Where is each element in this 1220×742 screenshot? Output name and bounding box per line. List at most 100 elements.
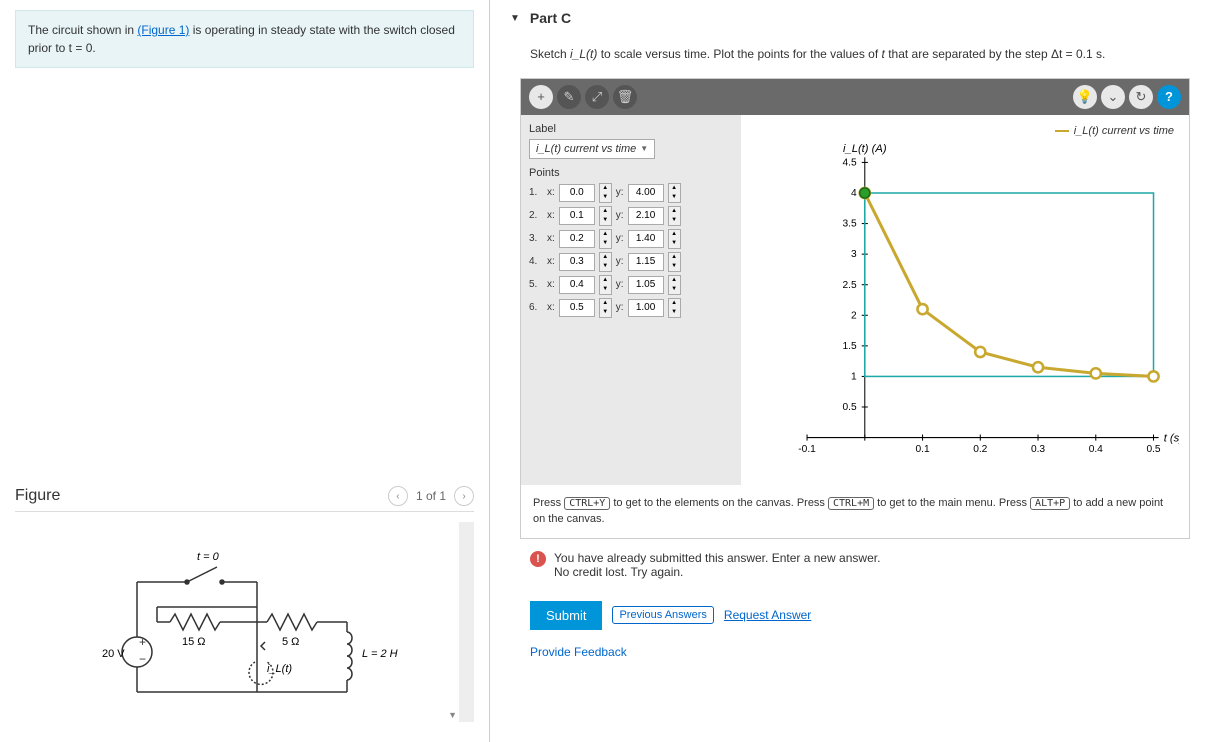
x-spinner[interactable]: ▲▼	[599, 275, 612, 295]
point-x-input[interactable]	[559, 253, 595, 271]
point-row: 3. x: ▲▼ y: ▲▼	[529, 229, 733, 249]
feedback-line: You have already submitted this answer. …	[554, 551, 880, 565]
svg-text:4.5: 4.5	[842, 157, 856, 168]
caret-down-icon: ▼	[510, 13, 520, 24]
point-y-input[interactable]	[628, 184, 664, 202]
edit-tool-button[interactable]: ✎	[557, 85, 581, 109]
x-spinner[interactable]: ▲▼	[599, 229, 612, 249]
instruction-text: Sketch i_L(t) to scale versus time. Plot…	[510, 31, 1200, 78]
label-dropdown[interactable]: i_L(t) current vs time	[529, 139, 655, 159]
y-spinner[interactable]: ▲▼	[668, 183, 681, 203]
point-x-input[interactable]	[559, 184, 595, 202]
svg-text:15 Ω: 15 Ω	[182, 636, 206, 648]
points-list: 1. x: ▲▼ y: ▲▼ 2. x: ▲▼ y: ▲▼ 3. x: ▲▼ y…	[529, 183, 733, 318]
y-spinner[interactable]: ▲▼	[668, 206, 681, 226]
dropdown-button[interactable]: ⌄	[1101, 85, 1125, 109]
submit-button[interactable]: Submit	[530, 601, 602, 630]
x-spinner[interactable]: ▲▼	[599, 252, 612, 272]
hint-button[interactable]: 💡	[1073, 85, 1097, 109]
svg-text:0.1: 0.1	[915, 444, 929, 455]
part-header[interactable]: ▼ Part C	[510, 5, 1200, 31]
svg-text:i_L(t): i_L(t)	[267, 663, 292, 675]
pager-next-button[interactable]: ›	[454, 486, 474, 506]
point-row: 5. x: ▲▼ y: ▲▼	[529, 275, 733, 295]
plot-area[interactable]: i_L(t) current vs time -0.10.10.20.30.40…	[741, 115, 1189, 485]
error-icon: !	[530, 551, 546, 567]
feedback-message: ! You have already submitted this answer…	[510, 539, 1200, 591]
y-spinner[interactable]: ▲▼	[668, 229, 681, 249]
point-x-input[interactable]	[559, 299, 595, 317]
x-label: x:	[547, 210, 555, 221]
move-tool-button[interactable]: ⤢	[585, 85, 609, 109]
point-number: 4.	[529, 256, 543, 267]
svg-text:0.2: 0.2	[973, 444, 987, 455]
svg-text:0.3: 0.3	[1031, 444, 1045, 455]
point-y-input[interactable]	[628, 276, 664, 294]
svg-text:0.5: 0.5	[1146, 444, 1160, 455]
pager-text: 1 of 1	[416, 489, 446, 503]
x-spinner[interactable]: ▲▼	[599, 183, 612, 203]
problem-text: The circuit shown in	[28, 23, 137, 37]
point-y-input[interactable]	[628, 230, 664, 248]
point-y-input[interactable]	[628, 299, 664, 317]
y-label: y:	[616, 279, 624, 290]
add-point-button[interactable]: +	[529, 85, 553, 109]
figure-title: Figure	[15, 487, 60, 505]
svg-text:3: 3	[851, 249, 857, 260]
point-x-input[interactable]	[559, 276, 595, 294]
x-spinner[interactable]: ▲▼	[599, 298, 612, 318]
point-number: 5.	[529, 279, 543, 290]
x-spinner[interactable]: ▲▼	[599, 206, 612, 226]
action-bar: Submit Previous Answers Request Answer	[510, 591, 1200, 640]
y-label: y:	[616, 187, 624, 198]
svg-text:i_L(t) (A): i_L(t) (A)	[843, 143, 887, 155]
svg-text:3.5: 3.5	[842, 218, 856, 229]
y-label: y:	[616, 302, 624, 313]
feedback-line: No credit lost. Try again.	[554, 565, 880, 579]
previous-answers-button[interactable]: Previous Answers	[612, 606, 713, 624]
point-number: 6.	[529, 302, 543, 313]
svg-text:-0.1: -0.1	[798, 444, 816, 455]
delete-tool-button[interactable]: 🗑	[613, 85, 637, 109]
help-button[interactable]: ?	[1157, 85, 1181, 109]
point-y-input[interactable]	[628, 207, 664, 225]
scroll-indicator-icon: ▼	[448, 710, 457, 720]
y-spinner[interactable]: ▲▼	[668, 298, 681, 318]
part-title: Part C	[530, 10, 571, 26]
point-row: 1. x: ▲▼ y: ▲▼	[529, 183, 733, 203]
circuit-diagram: + −	[15, 522, 474, 722]
provide-feedback-link[interactable]: Provide Feedback	[510, 640, 1200, 664]
pager-prev-button[interactable]: ‹	[388, 486, 408, 506]
y-spinner[interactable]: ▲▼	[668, 252, 681, 272]
points-panel: Label i_L(t) current vs time Points 1. x…	[521, 115, 741, 485]
svg-text:t = 0: t = 0	[197, 551, 220, 563]
svg-text:1.5: 1.5	[842, 341, 856, 352]
svg-text:2: 2	[851, 310, 857, 321]
keyboard-hint: Press CTRL+Y to get to the elements on t…	[521, 485, 1189, 538]
svg-text:+: +	[139, 635, 146, 649]
point-number: 3.	[529, 233, 543, 244]
x-label: x:	[547, 302, 555, 313]
editor-toolbar: + ✎ ⤢ 🗑 💡 ⌄ ↻ ?	[521, 79, 1189, 115]
y-spinner[interactable]: ▲▼	[668, 275, 681, 295]
figure-panel: Figure ‹ 1 of 1 ›	[15, 486, 474, 722]
graph-editor: + ✎ ⤢ 🗑 💡 ⌄ ↻ ? Label i_L(t)	[520, 78, 1190, 539]
svg-text:0.4: 0.4	[1089, 444, 1103, 455]
svg-text:0.5: 0.5	[842, 402, 856, 413]
point-y-input[interactable]	[628, 253, 664, 271]
figure-link[interactable]: (Figure 1)	[137, 23, 189, 37]
point-x-input[interactable]	[559, 207, 595, 225]
svg-text:4: 4	[851, 188, 857, 199]
problem-statement: The circuit shown in (Figure 1) is opera…	[15, 10, 474, 68]
point-number: 2.	[529, 210, 543, 221]
x-label: x:	[547, 256, 555, 267]
point-row: 4. x: ▲▼ y: ▲▼	[529, 252, 733, 272]
request-answer-link[interactable]: Request Answer	[724, 608, 811, 622]
y-label: y:	[616, 256, 624, 267]
point-x-input[interactable]	[559, 230, 595, 248]
point-number: 1.	[529, 187, 543, 198]
figure-pager: ‹ 1 of 1 ›	[388, 486, 474, 506]
svg-text:5 Ω: 5 Ω	[282, 636, 299, 648]
reset-button[interactable]: ↻	[1129, 85, 1153, 109]
y-label: y:	[616, 210, 624, 221]
